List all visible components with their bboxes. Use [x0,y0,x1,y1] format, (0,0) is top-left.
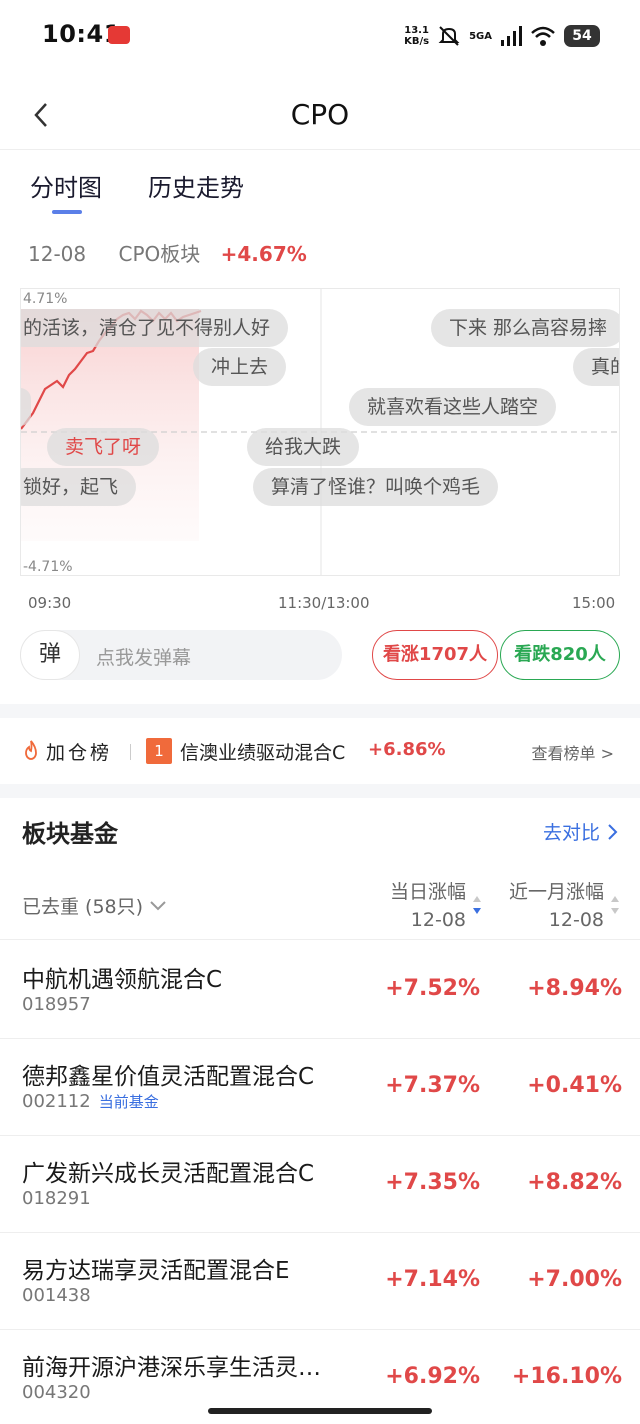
fund-name: 德邦鑫星价值灵活配置混合C [22,1064,315,1090]
tab-history[interactable]: 历史走势 [148,168,244,203]
page-title: CPO [290,98,350,131]
rank-number-badge: 1 [146,738,172,764]
tab-intraday[interactable]: 分时图 [30,168,102,203]
fund-code: 002112 当前基金 [22,1091,159,1112]
sector-summary: 12-08 CPO板块 +4.67% [28,238,307,267]
danmu-input[interactable]: 弹 点我发弹幕 [20,630,342,680]
danmu-placeholder: 点我发弹幕 [96,647,192,669]
flame-icon [25,740,37,760]
danmu-bubble: 冲上去 [193,348,287,386]
x-axis-close: 15:00 [572,594,616,612]
mute-icon [438,26,460,46]
section-title: 板块基金 [22,820,118,848]
fund-day-change: +7.14% [385,1267,480,1292]
fund-day-change: +7.35% [385,1170,480,1195]
fund-day-change: +7.37% [385,1073,480,1098]
danmu-bubble: 锁好，起飞 [21,468,137,506]
fund-day-change: +7.52% [385,976,480,1001]
sort-by-month-change[interactable]: 近一月涨幅 12-08 [509,878,604,934]
summary-sector: CPO板块 [118,242,201,266]
nav-bar: CPO [0,80,640,150]
vote-bullish-button[interactable]: 看涨1707人 [372,630,498,680]
fund-month-change: +16.10% [511,1364,622,1389]
status-bar: 10:41 13.1 KB/s 5GA 54 [0,0,640,72]
network-type: 5GA [469,30,492,42]
sort-desc-active-icon [473,896,481,914]
y-axis-bottom: -4.71% [23,559,73,575]
danmu-bubble-highlight: 卖飞了呀 [47,428,160,466]
signal-icon [501,26,522,46]
sort-by-day-change[interactable]: 当日涨幅 12-08 [390,878,466,934]
danmu-bubble: 给我大跌 [247,428,360,466]
y-axis-top: 4.71% [23,291,68,307]
danmu-bubble-fragment [21,388,31,426]
fund-list: 中航机遇领航混合C 018957 +7.52% +8.94% 德邦鑫星价值灵活配… [0,942,640,1410]
intraday-chart[interactable]: 4.71% -4.71% 的活该，清仓了见不得别人好 下来 那么高容易摔 冲上去… [20,288,620,576]
section-divider [0,704,640,718]
danmu-bubble: 下来 那么高容易摔 [431,309,619,347]
fund-row[interactable]: 易方达瑞享灵活配置混合E 001438 +7.14% +7.00% [0,1233,640,1330]
danmu-bubble: 就喜欢看这些人踏空 [349,388,557,426]
add-position-rank-bar[interactable]: 加仓榜 1 信澳业绩驱动混合C +6.86% 查看榜单 > [0,718,640,784]
fund-day-change: +6.92% [385,1364,480,1389]
fund-month-change: +7.00% [527,1267,622,1292]
chevron-right-icon [608,824,618,840]
fund-code: 018957 [22,994,91,1015]
fund-name: 中航机遇领航混合C [22,967,223,993]
fund-code: 004320 [22,1382,91,1403]
summary-change: +4.67% [220,242,307,266]
fund-month-change: +8.82% [527,1170,622,1195]
rank-title: 加仓榜 [46,742,113,764]
fund-row[interactable]: 前海开源沪港深乐享生活灵… 004320 +6.92% +16.10% [0,1330,640,1410]
danmu-bubble: 算清了怪谁？叫唤个鸡毛 [253,468,499,506]
fund-name: 前海开源沪港深乐享生活灵… [22,1355,321,1381]
fund-code: 018291 [22,1188,91,1209]
x-axis-midday: 11:30/13:00 [278,594,370,612]
rank-divider [130,744,131,760]
home-indicator[interactable] [208,1408,432,1414]
compare-link[interactable]: 去对比 [543,818,618,845]
summary-date: 12-08 [28,242,87,266]
wifi-icon [531,26,555,46]
fund-code: 001438 [22,1285,91,1306]
fund-list-header: 已去重 (58只) 当日涨幅 12-08 近一月涨幅 12-08 [0,872,640,940]
chevron-down-icon [150,901,166,911]
sort-icon [611,896,619,914]
battery-indicator: 54 [564,25,600,47]
fund-row[interactable]: 德邦鑫星价值灵活配置混合C 002112 当前基金 +7.37% +0.41% [0,1039,640,1136]
fund-month-change: +0.41% [527,1073,622,1098]
chart-tabs: 分时图 历史走势 [0,162,640,222]
rank-fund-change: +6.86% [368,739,446,760]
tab-active-indicator [52,210,82,214]
fund-name: 易方达瑞享灵活配置混合E [22,1258,290,1284]
status-icons: 13.1 KB/s 5GA 54 [404,22,600,50]
danmu-toggle-button[interactable]: 弹 [20,630,80,680]
rank-fund-name: 信澳业绩驱动混合C [180,742,346,764]
fund-row[interactable]: 广发新兴成长灵活配置混合C 018291 +7.35% +8.82% [0,1136,640,1233]
section-divider [0,784,640,798]
app-notification-icon [108,26,130,44]
fund-name: 广发新兴成长灵活配置混合C [22,1161,315,1187]
x-axis-open: 09:30 [28,594,72,612]
danmu-bubble: 的活该，清仓了见不得别人好 [21,309,289,347]
vote-bearish-button[interactable]: 看跌820人 [500,630,620,680]
net-speed: 13.1 KB/s [404,25,430,47]
current-fund-tag: 当前基金 [98,1093,159,1111]
view-rank-link[interactable]: 查看榜单 > [532,740,615,764]
danmu-bar: 弹 点我发弹幕 看涨1707人 看跌820人 [20,630,620,682]
fund-row[interactable]: 中航机遇领航混合C 018957 +7.52% +8.94% [0,942,640,1039]
danmu-bubble: 真的 [573,348,619,386]
dedupe-filter[interactable]: 已去重 (58只) [22,892,167,919]
fund-month-change: +8.94% [527,976,622,1001]
